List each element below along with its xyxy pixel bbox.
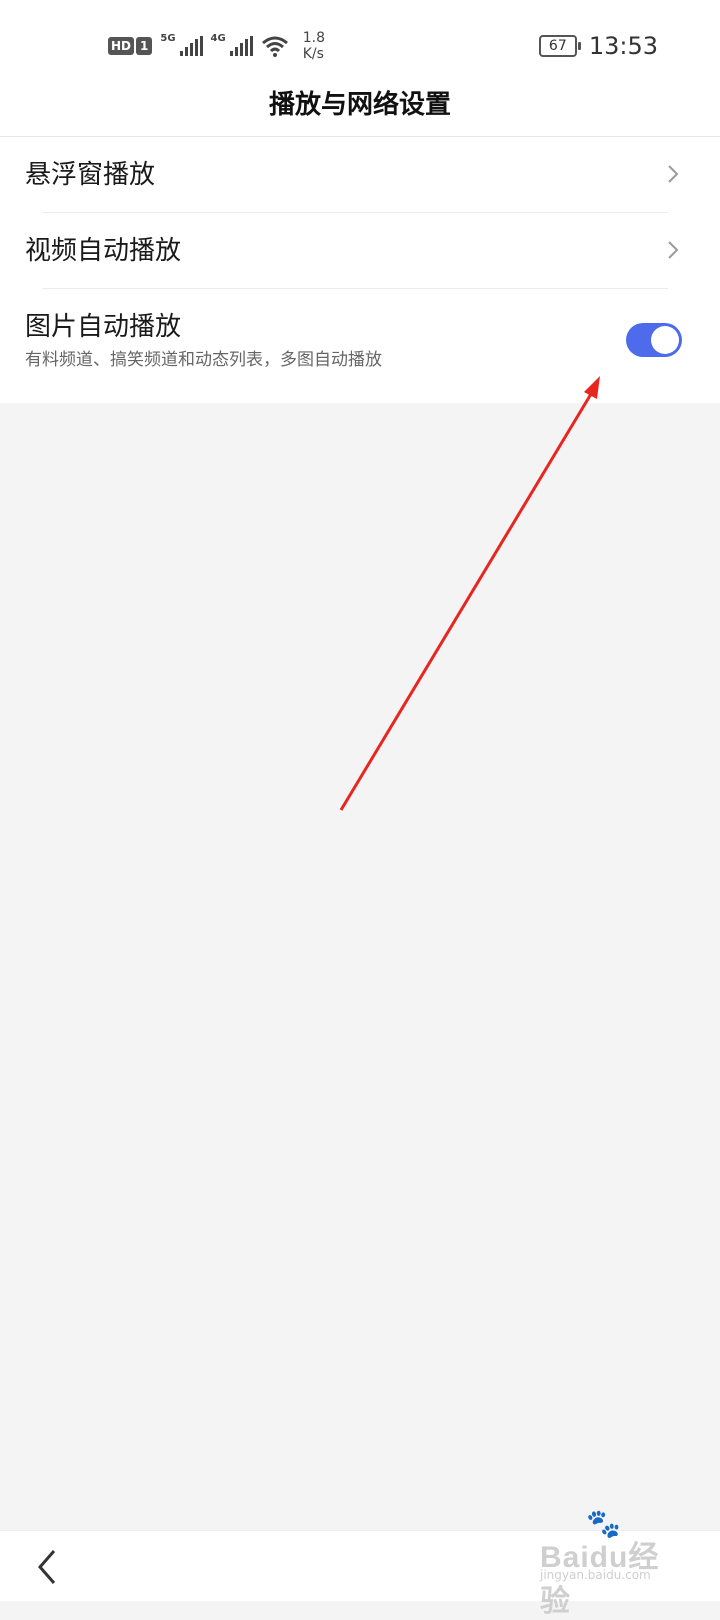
network-5g-label: 5G: [160, 32, 176, 44]
watermark-domain: jingyan.baidu.com: [540, 1568, 651, 1582]
clock: 13:53: [588, 32, 658, 60]
setting-image-autoplay: 图片自动播放 有料频道、搞笑频道和动态列表，多图自动播放: [0, 289, 720, 403]
battery-level: 67: [548, 38, 567, 54]
setting-label: 视频自动播放: [25, 236, 182, 266]
setting-video-autoplay[interactable]: 视频自动播放: [0, 213, 720, 289]
signal-bars-icon: [229, 36, 253, 56]
sim-label: 1: [136, 37, 153, 55]
title-bar: 播放与网络设置: [0, 90, 720, 137]
settings-list: 悬浮窗播放 视频自动播放 图片自动播放 有料频道、搞笑频道和动态列表，多图自动播…: [0, 137, 720, 403]
battery-icon: 67: [538, 35, 581, 57]
chevron-right-icon: [668, 165, 679, 183]
page-title: 播放与网络设置: [268, 90, 451, 120]
chevron-right-icon: [668, 241, 679, 259]
hd-label: HD: [108, 37, 135, 55]
network-4g-label: 4G: [210, 32, 226, 44]
status-left: HD 1 5G 4G 1.8 K/s: [108, 30, 325, 62]
setting-label: 悬浮窗播放: [25, 160, 156, 190]
signal-bars-icon: [179, 36, 203, 56]
setting-label: 图片自动播放: [25, 312, 182, 342]
setting-description: 有料频道、搞笑频道和动态列表，多图自动播放: [25, 350, 382, 370]
wifi-icon: [261, 36, 288, 57]
back-arrow-icon[interactable]: [34, 1547, 60, 1587]
toggle-knob: [651, 326, 679, 354]
status-bar: HD 1 5G 4G 1.8 K/s 67 13:53: [0, 0, 720, 90]
watermark-logo: 🐾 Baidu经验 jingyan.baidu.com: [540, 1510, 680, 1619]
image-autoplay-toggle[interactable]: [626, 323, 682, 357]
setting-floating-window-play[interactable]: 悬浮窗播放: [0, 137, 720, 213]
hd-badge: HD 1: [108, 37, 153, 55]
network-speed: 1.8 K/s: [303, 30, 325, 62]
speed-unit: K/s: [302, 46, 324, 62]
status-right: 67 13:53: [538, 32, 658, 60]
speed-value: 1.8: [302, 30, 325, 46]
